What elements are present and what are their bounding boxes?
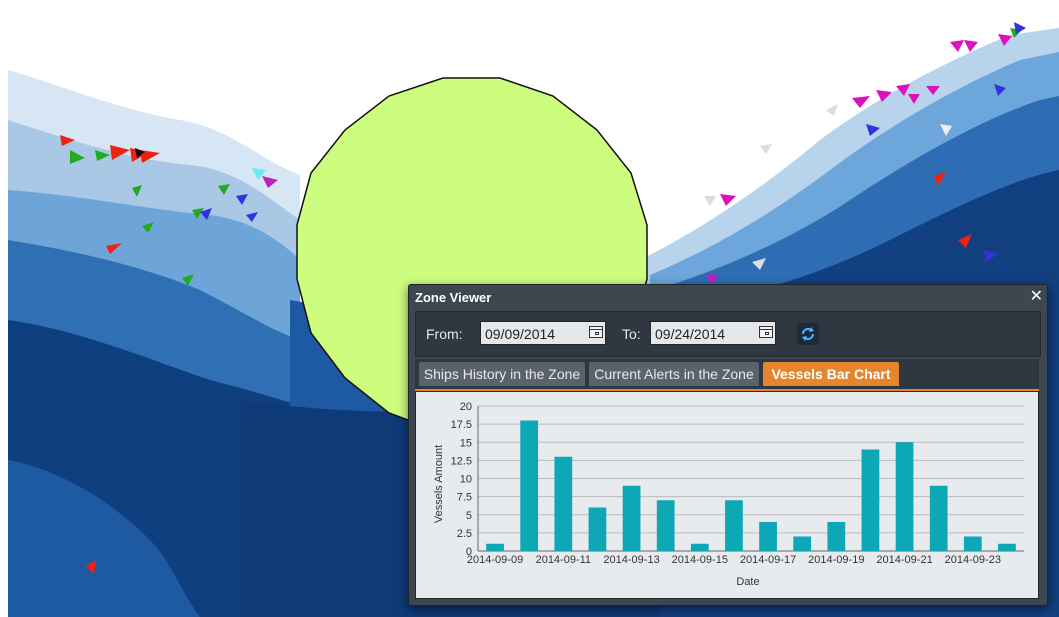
window-title: Zone Viewer: [415, 290, 492, 305]
bar-2014-09-15[interactable]: [690, 543, 709, 551]
y-tick-label: 7.5: [457, 492, 472, 504]
y-tick-label: 5: [466, 510, 472, 522]
bar-2014-09-24[interactable]: [998, 543, 1016, 551]
x-tick-label: 2014-09-19: [808, 554, 864, 566]
y-tick-label: 20: [460, 401, 472, 413]
calendar-icon[interactable]: [759, 326, 773, 338]
x-tick-label: 2014-09-17: [740, 554, 796, 566]
bar-2014-09-12[interactable]: [588, 507, 607, 552]
x-tick-label: 2014-09-23: [945, 554, 1001, 566]
vessels-bar-chart-panel: 0 2.5 5 7.5 10 12.5 15 17.5 20 2014-09-09 2014-09…: [415, 391, 1039, 599]
bar-2014-09-16[interactable]: [725, 500, 743, 551]
to-date-value: 09/24/2014: [655, 326, 726, 342]
bar-2014-09-21[interactable]: [895, 442, 914, 551]
bar-2014-09-13[interactable]: [622, 485, 641, 551]
x-tick-label: 2014-09-15: [672, 554, 728, 566]
y-tick-label: 15: [460, 437, 472, 449]
x-axis-label: Date: [736, 576, 759, 588]
y-tick-label: 10: [460, 474, 472, 486]
refresh-icon: [802, 327, 814, 341]
bar-2014-09-17[interactable]: [759, 522, 777, 551]
bar-2014-09-23[interactable]: [963, 536, 982, 552]
y-axis-label: Vessels Amount: [433, 445, 445, 523]
x-tick-label: 2014-09-11: [536, 554, 591, 566]
from-date-value: 09/09/2014: [485, 326, 556, 342]
tab-vessels-bar-chart[interactable]: Vessels Bar Chart: [763, 362, 899, 386]
x-tick-label: 2014-09-21: [876, 554, 932, 566]
vessels-bar-chart: 02.557.51012.51517.520 2014-09-09 2014-09…: [433, 401, 1024, 588]
bar-2014-09-09[interactable]: [486, 543, 504, 551]
to-date-field[interactable]: 09/24/2014: [650, 321, 776, 345]
from-label: From:: [426, 326, 463, 342]
to-label: To:: [622, 326, 641, 342]
x-tick-label: 2014-09-13: [603, 554, 659, 566]
bar-2014-09-11[interactable]: [554, 456, 573, 551]
refresh-button[interactable]: [797, 323, 819, 345]
bar-2014-09-22[interactable]: [929, 485, 948, 551]
date-range-bar: From: 09/09/2014 To: 09/24/2014: [415, 311, 1041, 357]
zone-viewer-window[interactable]: Zone Viewer ✕ From: 09/09/2014 To: 09/24…: [408, 284, 1048, 606]
y-tick-label: 17.5: [451, 419, 472, 431]
from-date-field[interactable]: 09/09/2014: [480, 321, 606, 345]
tab-current-alerts[interactable]: Current Alerts in the Zone: [589, 362, 759, 386]
close-icon[interactable]: ✕: [1030, 286, 1043, 305]
calendar-icon[interactable]: [589, 326, 603, 338]
bar-2014-09-18[interactable]: [793, 536, 812, 552]
tab-bar: Ships History in the Zone Current Alerts…: [415, 359, 1039, 389]
y-tick-label: 2.5: [457, 528, 472, 540]
tab-ships-history[interactable]: Ships History in the Zone: [419, 362, 585, 386]
bar-2014-09-19[interactable]: [827, 522, 846, 551]
x-tick-label: 2014-09-09: [467, 554, 523, 566]
y-tick-label: 12.5: [451, 455, 472, 467]
bar-2014-09-10[interactable]: [520, 420, 539, 552]
bar-2014-09-14[interactable]: [656, 500, 675, 551]
bar-2014-09-20[interactable]: [861, 449, 880, 552]
